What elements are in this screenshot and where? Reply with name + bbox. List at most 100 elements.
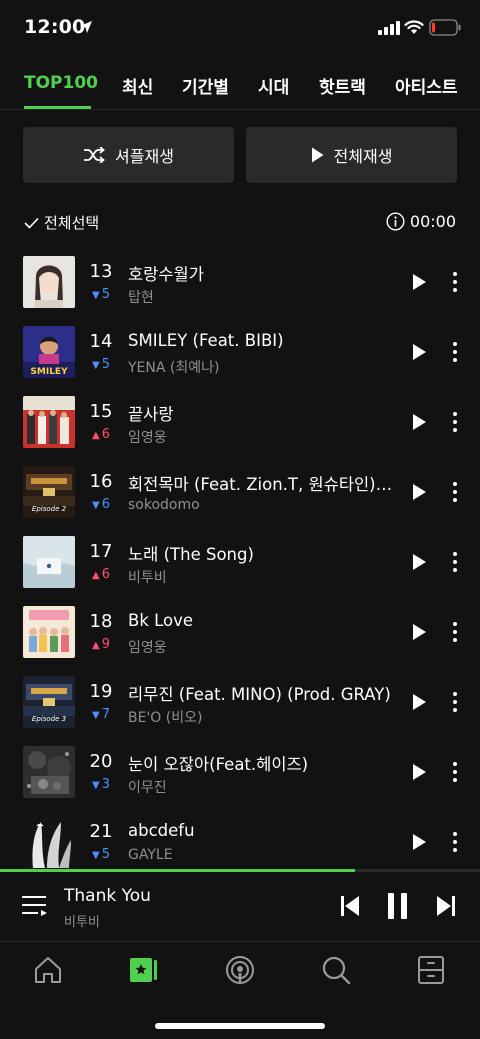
storage-icon[interactable] (416, 955, 446, 985)
song-title: 끝사랑 (128, 405, 174, 424)
rank-up-icon: ▲ (92, 640, 100, 651)
rank-down-icon: ▼ (92, 710, 100, 721)
more-options-icon[interactable] (448, 481, 462, 503)
more-options-icon[interactable] (448, 621, 462, 643)
play-icon[interactable] (409, 273, 429, 291)
song-artist[interactable]: GAYLE (128, 847, 396, 863)
song-list: 13 ▼ 5 호랑수월가 탑현 SMILEY 14 ▼ 5 SMILEY (Feat… (0, 247, 480, 869)
more-options-icon[interactable] (448, 551, 462, 573)
rank-down-icon: ▼ (92, 290, 100, 301)
cover-text-smiley: SMILEY (30, 367, 68, 377)
more-options-icon[interactable] (448, 411, 462, 433)
song-artist[interactable]: 탑현 (128, 287, 396, 307)
play-icon (311, 147, 324, 163)
album-cover[interactable] (23, 606, 75, 658)
shuffle-icon (84, 147, 105, 163)
song-artist[interactable]: 임영웅 (128, 637, 396, 657)
rank-change-value: 5 (101, 357, 110, 372)
more-options-icon[interactable] (448, 341, 462, 363)
play-icon[interactable] (409, 623, 429, 641)
song-row[interactable]: 21 ▼ 5 abcdefu GAYLE (0, 807, 480, 869)
rank-up-icon: ▲ (92, 430, 100, 441)
cellular-signal-icon (378, 21, 400, 35)
home-indicator (155, 1023, 325, 1029)
song-row[interactable]: 17 ▲ 6 노래 (The Song) 비투비 (0, 527, 480, 597)
more-options-icon[interactable] (448, 691, 462, 713)
more-options-icon[interactable] (448, 761, 462, 783)
album-cover[interactable] (23, 536, 75, 588)
song-row[interactable]: 15 ▲ 6 끝사랑 임영웅 (0, 387, 480, 457)
album-cover[interactable]: Episode 3 (23, 676, 75, 728)
more-options-icon[interactable] (448, 831, 462, 853)
rank-up-icon: ▲ (92, 570, 100, 581)
podcast-icon[interactable] (225, 955, 255, 985)
rank-change-value: 3 (101, 777, 110, 792)
tab-period[interactable]: 기간별 (182, 73, 229, 98)
play-all-button[interactable]: 전체재생 (246, 127, 457, 183)
rank-number: 16 (89, 471, 113, 492)
search-icon[interactable] (321, 955, 351, 985)
shuffle-play-button[interactable]: 셔플재생 (23, 127, 234, 183)
song-artist[interactable]: sokodomo (128, 497, 396, 513)
rank-number: 13 (89, 261, 113, 282)
song-row[interactable]: 13 ▼ 5 호랑수월가 탑현 (0, 247, 480, 317)
rank-change: ▼ 6 (86, 497, 116, 512)
album-cover[interactable]: Episode 2 (23, 466, 75, 518)
tab-hot-track[interactable]: 핫트랙 (319, 73, 366, 98)
song-row[interactable]: Episode 2 16 ▼ 6 회전목마 (Feat. Zion.T, 원슈타인… (0, 457, 480, 527)
song-row[interactable]: Episode 3 19 ▼ 7 리무진 (Feat. MINO) (Prod. … (0, 667, 480, 737)
song-title: abcdefu (128, 821, 195, 840)
now-playing-title[interactable]: Thank You (64, 886, 151, 906)
rank-change: ▲ 6 (86, 427, 116, 442)
song-artist[interactable]: YENA (최예나) (128, 357, 396, 377)
chart-tabs: TOP100 최신 기간별 시대 핫트랙 아티스트 (0, 60, 480, 110)
location-arrow-icon (80, 21, 92, 33)
play-icon[interactable] (409, 693, 429, 711)
play-icon[interactable] (409, 833, 429, 851)
mini-player[interactable]: Thank You 비투비 (0, 872, 480, 942)
tab-top100[interactable]: TOP100 (24, 73, 98, 93)
pause-icon[interactable] (386, 892, 410, 920)
song-row[interactable]: SMILEY 14 ▼ 5 SMILEY (Feat. BIBI) YENA (최… (0, 317, 480, 387)
rank-number: 14 (89, 331, 113, 352)
play-icon[interactable] (409, 343, 429, 361)
home-icon[interactable] (33, 955, 63, 985)
more-options-icon[interactable] (448, 271, 462, 293)
rank-change-value: 7 (101, 707, 110, 722)
select-all-toggle[interactable]: 전체선택 (24, 212, 99, 233)
album-cover[interactable] (23, 746, 75, 798)
tab-artist[interactable]: 아티스트 (395, 73, 458, 98)
checkmark-icon (24, 217, 39, 229)
play-icon[interactable] (409, 413, 429, 431)
tab-latest[interactable]: 최신 (122, 73, 153, 98)
rank-change: ▼ 3 (86, 777, 116, 792)
song-title: 노래 (The Song) (128, 545, 254, 564)
tab-era[interactable]: 시대 (258, 73, 289, 98)
next-track-icon[interactable] (436, 895, 456, 917)
album-cover[interactable] (23, 816, 75, 868)
song-artist[interactable]: 비투비 (128, 567, 396, 587)
song-title: 호랑수월가 (128, 265, 204, 284)
battery-icon (429, 19, 461, 36)
playlist-queue-icon[interactable] (22, 894, 48, 918)
rank-down-icon: ▼ (92, 500, 100, 511)
rank-change: ▼ 7 (86, 707, 116, 722)
play-icon[interactable] (409, 483, 429, 501)
play-icon[interactable] (409, 553, 429, 571)
rank-change-value: 6 (101, 427, 110, 442)
song-artist[interactable]: 이무진 (128, 777, 396, 797)
rank-change-value: 6 (101, 567, 110, 582)
song-row[interactable]: 18 ▲ 9 Bk Love 임영웅 (0, 597, 480, 667)
album-cover[interactable] (23, 396, 75, 448)
status-time: 12:00 (24, 16, 86, 38)
song-artist[interactable]: BE'O (비오) (128, 707, 396, 727)
album-cover[interactable]: SMILEY (23, 326, 75, 378)
previous-track-icon[interactable] (340, 895, 360, 917)
rank-change: ▲ 6 (86, 567, 116, 582)
song-artist[interactable]: 임영웅 (128, 427, 396, 447)
play-icon[interactable] (409, 763, 429, 781)
album-cover[interactable] (23, 256, 75, 308)
song-row[interactable]: 20 ▼ 3 눈이 오잖아(Feat.헤이즈) 이무진 (0, 737, 480, 807)
library-icon[interactable] (128, 955, 158, 985)
song-title: 눈이 오잖아(Feat.헤이즈) (128, 755, 309, 774)
